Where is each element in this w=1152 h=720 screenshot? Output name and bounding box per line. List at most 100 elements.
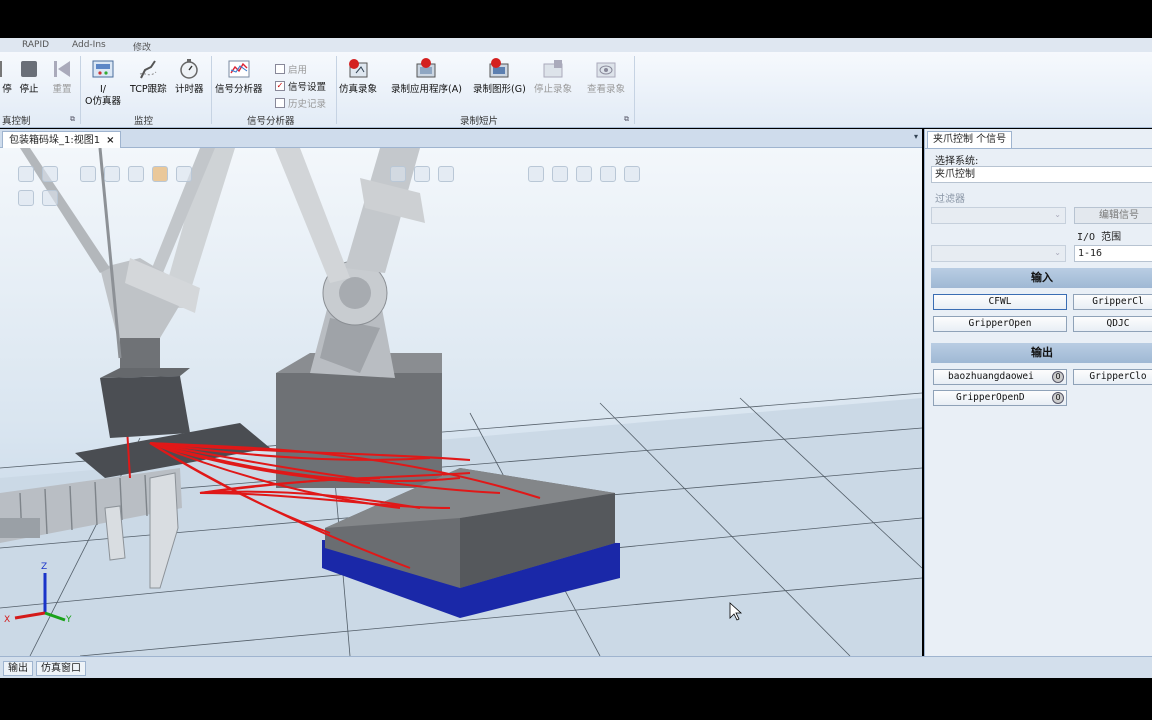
reset-icon	[54, 61, 70, 77]
close-icon[interactable]: ×	[106, 133, 114, 148]
dialog-launcher-icon[interactable]: ⧉	[624, 115, 629, 124]
play-small-icon[interactable]	[18, 190, 34, 206]
menu-tab-rapid[interactable]: RAPID	[22, 40, 49, 50]
distance-icon[interactable]	[600, 166, 616, 182]
system-select[interactable]: 夹爪控制	[931, 166, 1152, 183]
output-signal-button[interactable]: baozhuangdaowei 0	[933, 369, 1067, 385]
reset-label: 重置	[52, 84, 72, 95]
input-signal-button[interactable]: CFWL	[933, 294, 1067, 310]
settings-check-icon: ✓	[275, 81, 285, 91]
chevron-down-icon[interactable]: ▾	[914, 132, 918, 141]
snap-end-icon[interactable]	[176, 166, 192, 182]
select-system-label: 选择系统:	[935, 156, 979, 167]
ribbon-separator	[336, 56, 337, 124]
record-graphics-button[interactable]: 录制图形(G)	[473, 58, 526, 96]
input-signal-button[interactable]: GripperOpen	[933, 316, 1067, 332]
record-graphics-label: 录制图形(G)	[473, 84, 526, 95]
group-label-sim-control: 真控制	[2, 116, 31, 127]
tcp-trace-button[interactable]: TCP跟踪	[130, 58, 167, 96]
menu-tab-addins[interactable]: Add-Ins	[72, 40, 106, 50]
bottom-tab-bar: 输出 仿真窗口	[0, 656, 1152, 678]
io-simulator-icon	[92, 60, 114, 78]
io-simulator-button[interactable]: I/ O仿真器	[85, 58, 121, 108]
record-app-button[interactable]: 录制应用程序(A)	[391, 58, 462, 96]
io-signal-panel: 夹爪控制 个信号 选择系统: 夹爪控制 过滤器 ⌄ 编辑信号 I/O 范围 ⌄ …	[924, 129, 1152, 656]
diameter-icon[interactable]	[438, 166, 454, 182]
document-tab-title: 包装箱码垛_1:视图1	[9, 134, 101, 146]
axis-label-x: X	[4, 615, 10, 625]
stop-record-label: 停止录象	[534, 84, 573, 95]
snap-grid-icon[interactable]	[152, 166, 168, 182]
io-simulator-label-1: I/	[99, 84, 106, 95]
stop-record-button[interactable]: 停止录象	[534, 58, 572, 96]
filter-value-dropdown[interactable]: ⌄	[931, 245, 1066, 262]
signal-analyzer-button[interactable]: 信号分析器	[215, 58, 263, 96]
io-simulator-label-2: O仿真器	[85, 96, 121, 107]
filter-label: 过滤器	[935, 194, 965, 205]
group-label-signal-analyzer: 信号分析器	[247, 116, 295, 127]
outputs-header: 输出	[931, 343, 1152, 363]
snap-edge-icon[interactable]	[128, 166, 144, 182]
signal-indicator-icon: 0	[1052, 392, 1064, 404]
view-select-icon[interactable]	[18, 166, 34, 182]
angle-icon[interactable]	[414, 166, 430, 182]
stop-small-icon[interactable]	[42, 190, 58, 206]
chevron-down-icon: ⌄	[1054, 210, 1061, 219]
record-app-label: 录制应用程序(A)	[391, 84, 462, 95]
input-signal-button[interactable]: QDJC	[1073, 316, 1152, 332]
signal-chart-icon	[228, 60, 250, 78]
edit-signal-button[interactable]: 编辑信号	[1074, 207, 1152, 224]
menu-strip: RAPID Add-Ins 修改	[0, 38, 1152, 52]
group-label-monitor: 监控	[134, 116, 154, 127]
record-sim-icon	[349, 59, 368, 78]
stop-partial-label: 停	[2, 84, 12, 95]
panel-tab[interactable]: 夹爪控制 个信号	[927, 131, 1013, 148]
stop-record-icon	[543, 60, 563, 78]
view-record-button[interactable]: 查看录象	[587, 58, 625, 96]
record-graphics-icon	[489, 58, 509, 78]
menu-tab-modify[interactable]: 修改	[133, 40, 151, 52]
snap-object-icon[interactable]	[80, 166, 96, 182]
panel-tab-divider	[925, 148, 1152, 149]
snap-center-icon[interactable]	[104, 166, 120, 182]
triangle-icon[interactable]	[552, 166, 568, 182]
dialog-launcher-icon[interactable]: ⧉	[70, 115, 75, 124]
robot-palletizing-scene: Z X Y	[0, 148, 922, 656]
io-range-select[interactable]: 1-16	[1074, 245, 1152, 262]
input-signal-button[interactable]: GripperCl	[1073, 294, 1152, 310]
reset-button[interactable]: 重置	[51, 58, 73, 96]
tab-output[interactable]: 输出	[3, 661, 33, 676]
enable-label: 启用	[288, 65, 308, 76]
history-button[interactable]: 历史记录	[275, 96, 326, 110]
measure-icon[interactable]	[390, 166, 406, 182]
sim-record-label: 仿真录象	[339, 84, 378, 95]
stop-partial-button[interactable]: 停	[0, 58, 18, 96]
stop-label: 停止	[19, 84, 39, 95]
ribbon-separator	[80, 56, 81, 124]
axis-label-z: Z	[41, 562, 47, 572]
stop-button[interactable]: 停止	[18, 58, 40, 96]
enable-toggle[interactable]: 启用	[275, 62, 307, 76]
sphere-icon[interactable]	[576, 166, 592, 182]
document-tab[interactable]: 包装箱码垛_1:视图1 ×	[2, 131, 122, 148]
sim-record-button[interactable]: 仿真录象	[339, 58, 377, 96]
tcp-trace-icon	[140, 60, 157, 79]
output-signal-button[interactable]: GripperOpenD 0	[933, 390, 1067, 406]
view-record-label: 查看录象	[587, 84, 626, 95]
axis-label-y: Y	[65, 615, 72, 625]
ribbon: 停 停止 重置 真控制 ⧉ I/ O仿真器 TCP跟踪 计时器 监控 信号分析器…	[0, 52, 1152, 128]
timer-label: 计时器	[175, 84, 204, 95]
view-cube-icon[interactable]	[42, 166, 58, 182]
signal-settings-button[interactable]: ✓ 信号设置	[275, 79, 326, 93]
timer-button[interactable]: 计时器	[175, 58, 204, 96]
filter-dropdown[interactable]: ⌄	[931, 207, 1066, 224]
tab-simulation-window[interactable]: 仿真窗口	[36, 661, 86, 676]
layers-icon[interactable]	[624, 166, 640, 182]
signal-settings-label: 信号设置	[288, 82, 327, 93]
output-signal-button[interactable]: GripperClo	[1073, 369, 1152, 385]
3d-viewport[interactable]: Z X Y	[0, 148, 922, 656]
view-record-icon	[596, 62, 616, 78]
chevron-down-icon: ⌄	[1054, 248, 1061, 257]
signal-indicator-icon: 0	[1052, 371, 1064, 383]
path-icon[interactable]	[528, 166, 544, 182]
